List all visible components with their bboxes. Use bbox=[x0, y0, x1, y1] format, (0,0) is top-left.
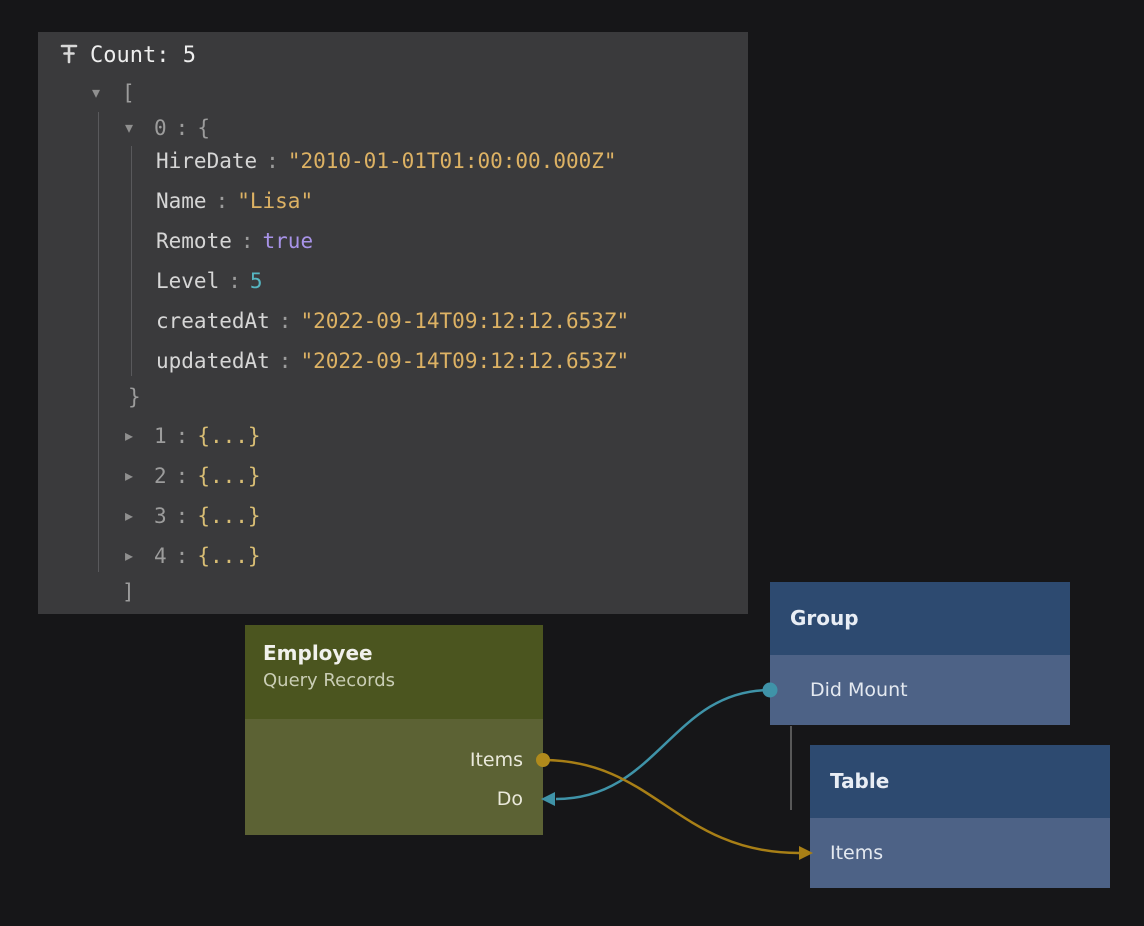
node-employee[interactable]: Employee Query Records Items Do bbox=[245, 625, 543, 835]
field-value: true bbox=[263, 229, 314, 253]
edge-didmount-to-do[interactable] bbox=[556, 690, 770, 799]
chevron-down-icon[interactable]: ▾ bbox=[84, 73, 108, 113]
node-group-row-didmount[interactable]: Did Mount bbox=[770, 655, 1070, 725]
node-employee-subtitle: Query Records bbox=[263, 670, 525, 691]
tree-item-1[interactable]: 1:{...} bbox=[154, 416, 261, 456]
node-table[interactable]: Table Items bbox=[810, 745, 1110, 888]
field-value: "Lisa" bbox=[237, 189, 313, 213]
tree-field-createdat: createdAt:"2022-09-14T09:12:12.653Z" bbox=[156, 301, 629, 341]
field-value: "2022-09-14T09:12:12.653Z" bbox=[300, 309, 629, 333]
tree-guide-line bbox=[131, 146, 132, 376]
node-table-row-items[interactable]: Items bbox=[810, 818, 1110, 888]
field-value: "2010-01-01T01:00:00.000Z" bbox=[288, 149, 617, 173]
tree-root-close: ] bbox=[122, 572, 135, 612]
tree-item-3[interactable]: 3:{...} bbox=[154, 496, 261, 536]
chevron-down-icon[interactable]: ▾ bbox=[117, 108, 141, 148]
port-items-label: Items bbox=[470, 740, 523, 780]
pin-icon[interactable] bbox=[58, 42, 80, 66]
chevron-right-icon[interactable]: ▸ bbox=[117, 416, 141, 456]
inspector-header: Count: 5 bbox=[38, 32, 748, 80]
field-value: "2022-09-14T09:12:12.653Z" bbox=[300, 349, 629, 373]
tree-field-level: Level:5 bbox=[156, 261, 263, 301]
edge-didmount-arrowhead-icon bbox=[541, 792, 555, 806]
chevron-right-icon[interactable]: ▸ bbox=[117, 536, 141, 576]
node-table-header[interactable]: Table bbox=[810, 745, 1110, 818]
tree-root-open: [ bbox=[122, 73, 135, 113]
port-do-label: Do bbox=[497, 779, 523, 819]
chevron-right-icon[interactable]: ▸ bbox=[117, 456, 141, 496]
tree-item-0-close: } bbox=[128, 377, 141, 417]
tree-item-2[interactable]: 2:{...} bbox=[154, 456, 261, 496]
tree-field-remote: Remote:true bbox=[156, 221, 313, 261]
tree-guide-line bbox=[98, 112, 99, 572]
chevron-right-icon[interactable]: ▸ bbox=[117, 496, 141, 536]
count-label: Count: 5 bbox=[90, 36, 196, 76]
tree-field-updatedat: updatedAt:"2022-09-14T09:12:12.653Z" bbox=[156, 341, 629, 381]
node-employee-body: Items Do bbox=[245, 719, 543, 835]
node-group-header[interactable]: Group bbox=[770, 582, 1070, 655]
node-group[interactable]: Group Did Mount bbox=[770, 582, 1070, 725]
tree-item-4[interactable]: 4:{...} bbox=[154, 536, 261, 576]
canvas: Count: 5 ▾ [ ▾ 0:{ HireDate:"2010-01-01T… bbox=[0, 0, 1144, 926]
tree-field-hiredate: HireDate:"2010-01-01T01:00:00.000Z" bbox=[156, 141, 617, 181]
node-employee-title: Employee bbox=[263, 641, 525, 665]
node-employee-header[interactable]: Employee Query Records bbox=[245, 625, 543, 719]
inspector-panel: Count: 5 ▾ [ ▾ 0:{ HireDate:"2010-01-01T… bbox=[38, 32, 748, 614]
field-value: 5 bbox=[250, 269, 263, 293]
edge-items-to-items[interactable] bbox=[543, 760, 799, 853]
tree-field-name: Name:"Lisa" bbox=[156, 181, 313, 221]
